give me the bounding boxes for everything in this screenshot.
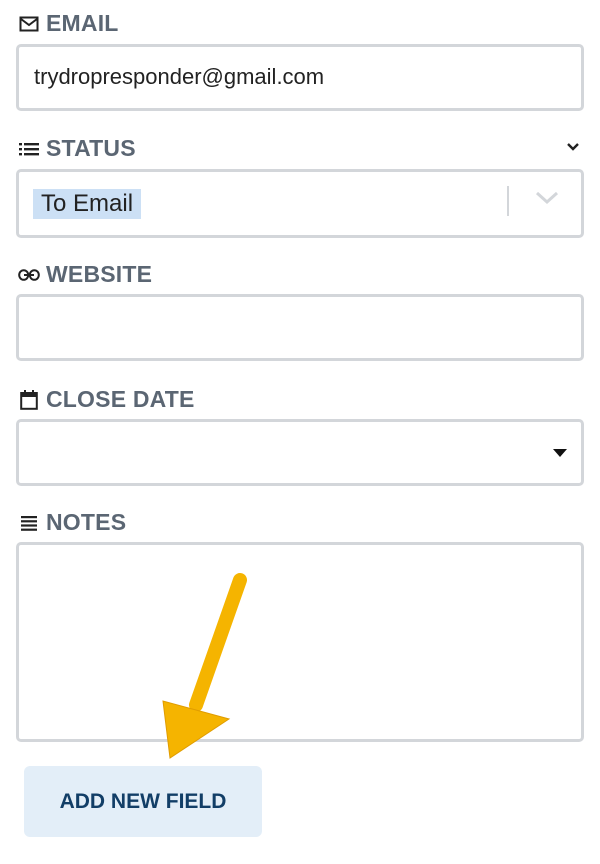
website-field[interactable] (16, 294, 584, 361)
link-icon (18, 264, 40, 286)
email-value: trydropresponder@gmail.com (34, 64, 325, 89)
website-label-text: WEBSITE (46, 261, 153, 287)
contact-fields-panel: EMAIL trydropresponder@gmail.com STATUS … (0, 0, 600, 864)
status-label: STATUS (18, 135, 136, 162)
close-date-label-text: CLOSE DATE (46, 386, 195, 412)
select-divider (507, 186, 509, 216)
close-date-label: CLOSE DATE (18, 386, 195, 413)
add-new-field-button[interactable]: ADD NEW FIELD (24, 766, 262, 837)
website-label: WEBSITE (18, 261, 152, 288)
notes-label-text: NOTES (46, 509, 127, 535)
email-label: EMAIL (18, 10, 119, 37)
notes-label: NOTES (18, 509, 126, 536)
email-field[interactable]: trydropresponder@gmail.com (16, 44, 584, 111)
status-select[interactable]: To Email (16, 169, 584, 238)
chevron-down-icon[interactable] (535, 191, 559, 210)
calendar-icon (18, 389, 40, 411)
notes-textarea[interactable] (16, 542, 584, 742)
envelope-icon (18, 13, 40, 35)
list-icon (18, 138, 40, 160)
caret-down-icon[interactable] (553, 449, 567, 457)
collapse-chevron-icon[interactable] (566, 139, 580, 157)
close-date-select[interactable] (16, 419, 584, 486)
email-label-text: EMAIL (46, 10, 119, 36)
notes-icon (18, 512, 40, 534)
status-selected-value: To Email (33, 189, 142, 219)
status-label-text: STATUS (46, 135, 136, 161)
